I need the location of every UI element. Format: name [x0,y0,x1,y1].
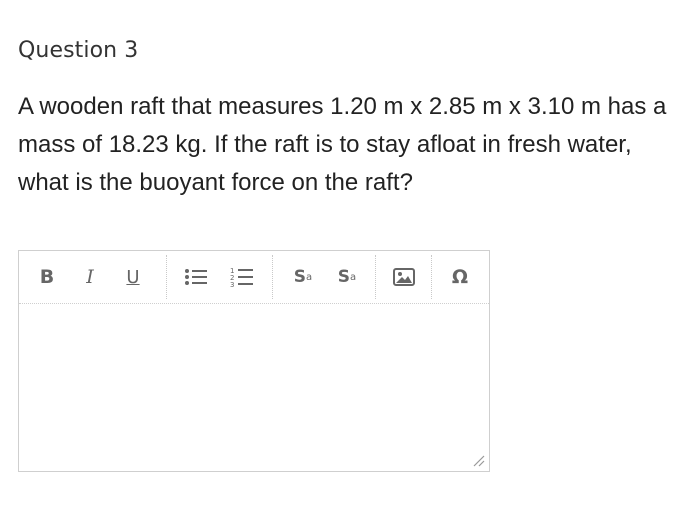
subscript-label: S [337,267,351,287]
bulleted-list-button[interactable] [179,255,213,299]
svg-text:3: 3 [230,281,234,288]
format-group: B I U [19,255,167,299]
bold-label: B [39,266,55,288]
subscript-button[interactable]: Sa [329,255,365,299]
bold-button[interactable]: B [33,255,61,299]
numbered-list-icon: 1 2 3 [230,267,253,288]
subscript-mark: a [350,271,357,283]
underline-button[interactable]: U [119,255,147,299]
omega-icon: Ω [451,266,469,288]
media-group [376,255,432,299]
answer-text-area[interactable] [19,304,489,471]
insert-image-button[interactable] [386,255,422,299]
script-group: Sa Sa [273,255,376,299]
superscript-label: S [293,267,307,287]
rich-text-editor[interactable]: B I U 1 2 3 S a S a Ω [18,250,490,472]
list-group: 1 2 3 [167,255,273,299]
special-character-button[interactable]: Ω [442,255,478,299]
question-title: Question 3 [18,38,139,63]
italic-button[interactable]: I [76,255,104,299]
italic-label: I [86,266,94,288]
editor-toolbar: B I U 1 2 3 S a S a Ω [19,251,489,304]
superscript-mark: a [306,271,313,283]
numbered-list-button[interactable]: 1 2 3 [225,255,259,299]
underline-label: U [126,266,140,288]
question-text: A wooden raft that measures 1.20 m x 2.8… [18,93,667,196]
special-char-group: Ω [432,255,489,299]
superscript-button[interactable]: Sa [285,255,321,299]
image-icon [393,268,415,286]
bulleted-list-icon [185,269,207,285]
resize-handle-icon[interactable] [471,453,485,467]
